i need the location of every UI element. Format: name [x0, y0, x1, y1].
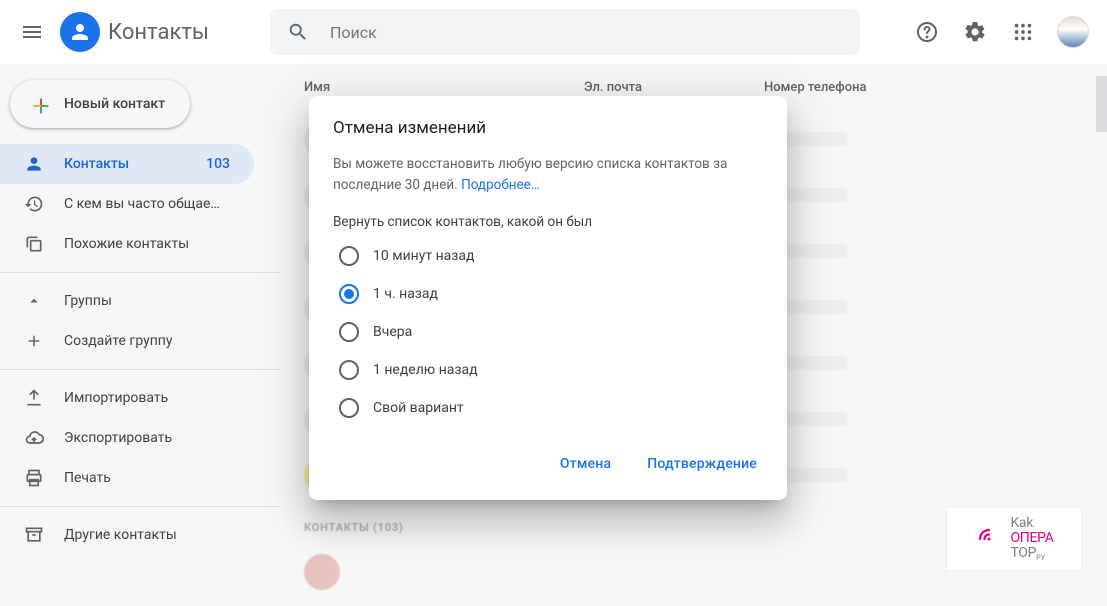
radio-group: 10 минут назад 1 ч. назад Вчера 1 неделю… [339, 246, 763, 418]
watermark: Kak ОПЕРА ТОРРУ [947, 508, 1081, 570]
dialog-actions: Отмена Подтверждение [333, 442, 763, 490]
confirm-button[interactable]: Подтверждение [641, 448, 763, 480]
cancel-button[interactable]: Отмена [554, 448, 617, 480]
watermark-line1: Kak [1010, 516, 1053, 531]
radio-label: 10 минут назад [373, 248, 474, 264]
watermark-suffix: РУ [1036, 554, 1045, 562]
radio-label: Свой вариант [373, 400, 464, 416]
watermark-icon [974, 524, 1004, 554]
learn-more-link[interactable]: Подробнее… [461, 177, 540, 193]
radio-label: Вчера [373, 324, 412, 340]
radio-yesterday[interactable]: Вчера [339, 322, 763, 342]
modal-overlay: Отмена изменений Вы можете восстановить … [0, 0, 1107, 606]
radio-1-hour[interactable]: 1 ч. назад [339, 284, 763, 304]
radio-label: 1 неделю назад [373, 362, 478, 378]
radio-custom[interactable]: Свой вариант [339, 398, 763, 418]
radio-1-week[interactable]: 1 неделю назад [339, 360, 763, 380]
radio-icon [339, 398, 359, 418]
watermark-line3: ТОР [1010, 545, 1036, 561]
radio-label: 1 ч. назад [373, 286, 438, 302]
radio-icon [339, 360, 359, 380]
dialog-description: Вы можете восстановить любую версию спис… [333, 154, 763, 196]
scrollbar[interactable] [1096, 76, 1107, 598]
undo-changes-dialog: Отмена изменений Вы можете восстановить … [309, 96, 787, 500]
dialog-title: Отмена изменений [333, 118, 763, 138]
dialog-subtitle: Вернуть список контактов, какой он был [333, 214, 763, 230]
watermark-line2: ОПЕРА [1010, 531, 1053, 546]
radio-10-min[interactable]: 10 минут назад [339, 246, 763, 266]
radio-icon [339, 284, 359, 304]
radio-icon [339, 322, 359, 342]
radio-icon [339, 246, 359, 266]
scrollbar-thumb[interactable] [1096, 76, 1107, 132]
